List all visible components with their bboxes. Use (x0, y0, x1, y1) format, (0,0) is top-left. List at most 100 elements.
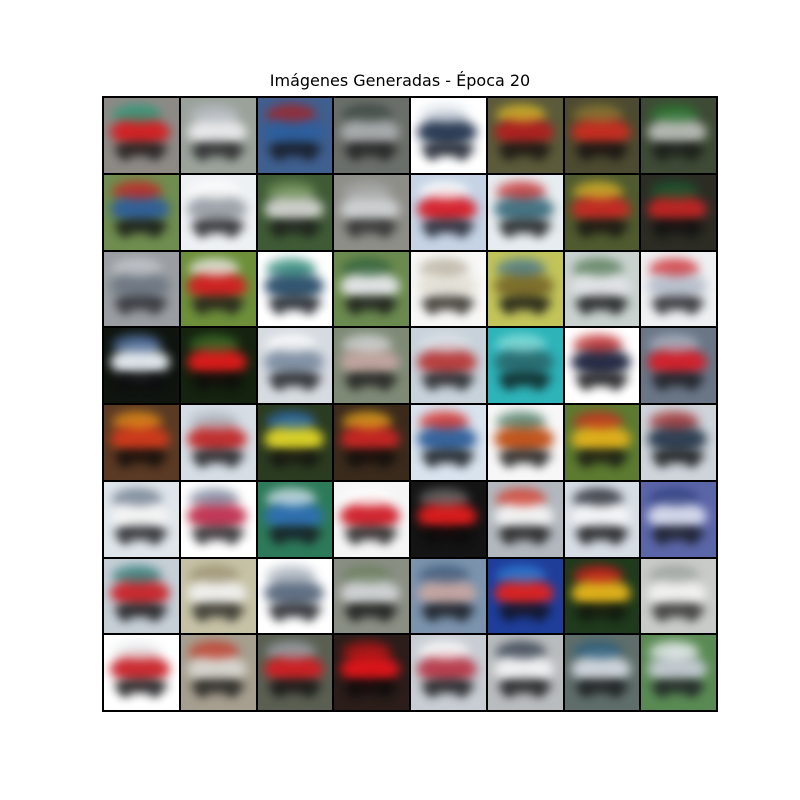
generated-image-tile (104, 174, 179, 250)
image-blob (533, 148, 544, 160)
image-blob (303, 148, 314, 160)
image-blob (202, 572, 231, 583)
image-blob (356, 572, 385, 583)
image-blob (279, 419, 308, 429)
image-blob (196, 301, 207, 314)
image-blob (380, 301, 391, 314)
image-blob (196, 455, 207, 467)
image-blob (610, 685, 621, 698)
generated-image-tile (641, 328, 716, 403)
generated-image-tile (487, 405, 563, 480)
generated-image-tile (411, 98, 486, 173)
generated-image-tile (334, 98, 409, 173)
image-blob (433, 265, 461, 276)
figure-title: Imágenes Generadas - Época 20 (269, 71, 531, 90)
image-blob (580, 301, 591, 314)
generated-image-tile (564, 328, 640, 403)
image-blob (150, 378, 160, 391)
image-blob (150, 224, 160, 237)
image-blob (586, 265, 615, 276)
image-blob (503, 224, 514, 237)
image-blob (427, 455, 437, 467)
image-blob (427, 608, 437, 621)
generated-image-tile (334, 251, 409, 327)
image-blob (126, 188, 154, 199)
image-blob (457, 608, 467, 621)
generated-image-tile (487, 328, 563, 403)
image-blob (303, 224, 314, 237)
generated-image-tile (564, 251, 640, 327)
image-blob (586, 419, 615, 429)
generated-image-tile (180, 98, 256, 173)
image-blob (380, 455, 391, 467)
generated-image-tile (641, 481, 716, 557)
generated-image-tile (411, 635, 486, 710)
generated-image-tile (411, 328, 486, 403)
generated-image-tile (641, 635, 716, 710)
image-blob (150, 301, 160, 314)
image-blob (279, 495, 308, 506)
image-blob (457, 224, 467, 237)
image-blob (533, 531, 544, 544)
generated-image-tile (104, 98, 179, 173)
image-blob (196, 685, 207, 698)
image-blob (580, 148, 591, 160)
image-blob (663, 188, 692, 199)
image-blob (273, 301, 284, 314)
image-blob (509, 495, 538, 506)
image-blob (663, 265, 692, 276)
generated-image-tile (104, 328, 179, 403)
image-blob (457, 148, 467, 160)
image-blob (150, 608, 160, 621)
image-blob (687, 301, 698, 314)
image-blob (657, 455, 668, 467)
generated-image-tile (180, 174, 256, 250)
image-blob (503, 455, 514, 467)
image-blob (350, 455, 361, 467)
image-blob (427, 224, 437, 237)
generated-image-tile (104, 635, 179, 710)
image-blob (356, 188, 385, 199)
image-blob (279, 265, 308, 276)
generated-image-tile (180, 481, 256, 557)
image-blob (120, 378, 130, 391)
generated-image-tile (564, 558, 640, 634)
image-blob (457, 378, 467, 391)
generated-image-tile (257, 481, 333, 557)
generated-image-tile (564, 98, 640, 173)
image-blob (610, 455, 621, 467)
generated-image-tile (257, 405, 333, 480)
image-blob (196, 378, 207, 391)
image-blob (202, 495, 231, 506)
image-blob (350, 685, 361, 698)
image-blob (433, 419, 461, 429)
image-blob (610, 224, 621, 237)
generated-image-tile (334, 635, 409, 710)
image-blob (503, 301, 514, 314)
image-blob (457, 685, 467, 698)
image-blob (126, 495, 154, 506)
image-blob (350, 301, 361, 314)
image-blob (509, 265, 538, 276)
image-blob (503, 148, 514, 160)
image-blob (273, 685, 284, 698)
image-blob (350, 608, 361, 621)
image-blob (610, 148, 621, 160)
generated-image-tile (487, 251, 563, 327)
generated-image-tile (104, 481, 179, 557)
image-blob (427, 378, 437, 391)
generated-image-tile (104, 405, 179, 480)
image-blob (356, 265, 385, 276)
generated-image-tile (334, 328, 409, 403)
generated-image-tile (180, 405, 256, 480)
image-blob (150, 148, 160, 160)
image-blob (687, 378, 698, 391)
image-blob (687, 608, 698, 621)
generated-image-tile (411, 481, 486, 557)
image-blob (610, 301, 621, 314)
image-blob (202, 112, 231, 122)
image-blob (610, 378, 621, 391)
generated-image-tile (641, 174, 716, 250)
image-blob (120, 608, 130, 621)
image-blob (126, 265, 154, 276)
